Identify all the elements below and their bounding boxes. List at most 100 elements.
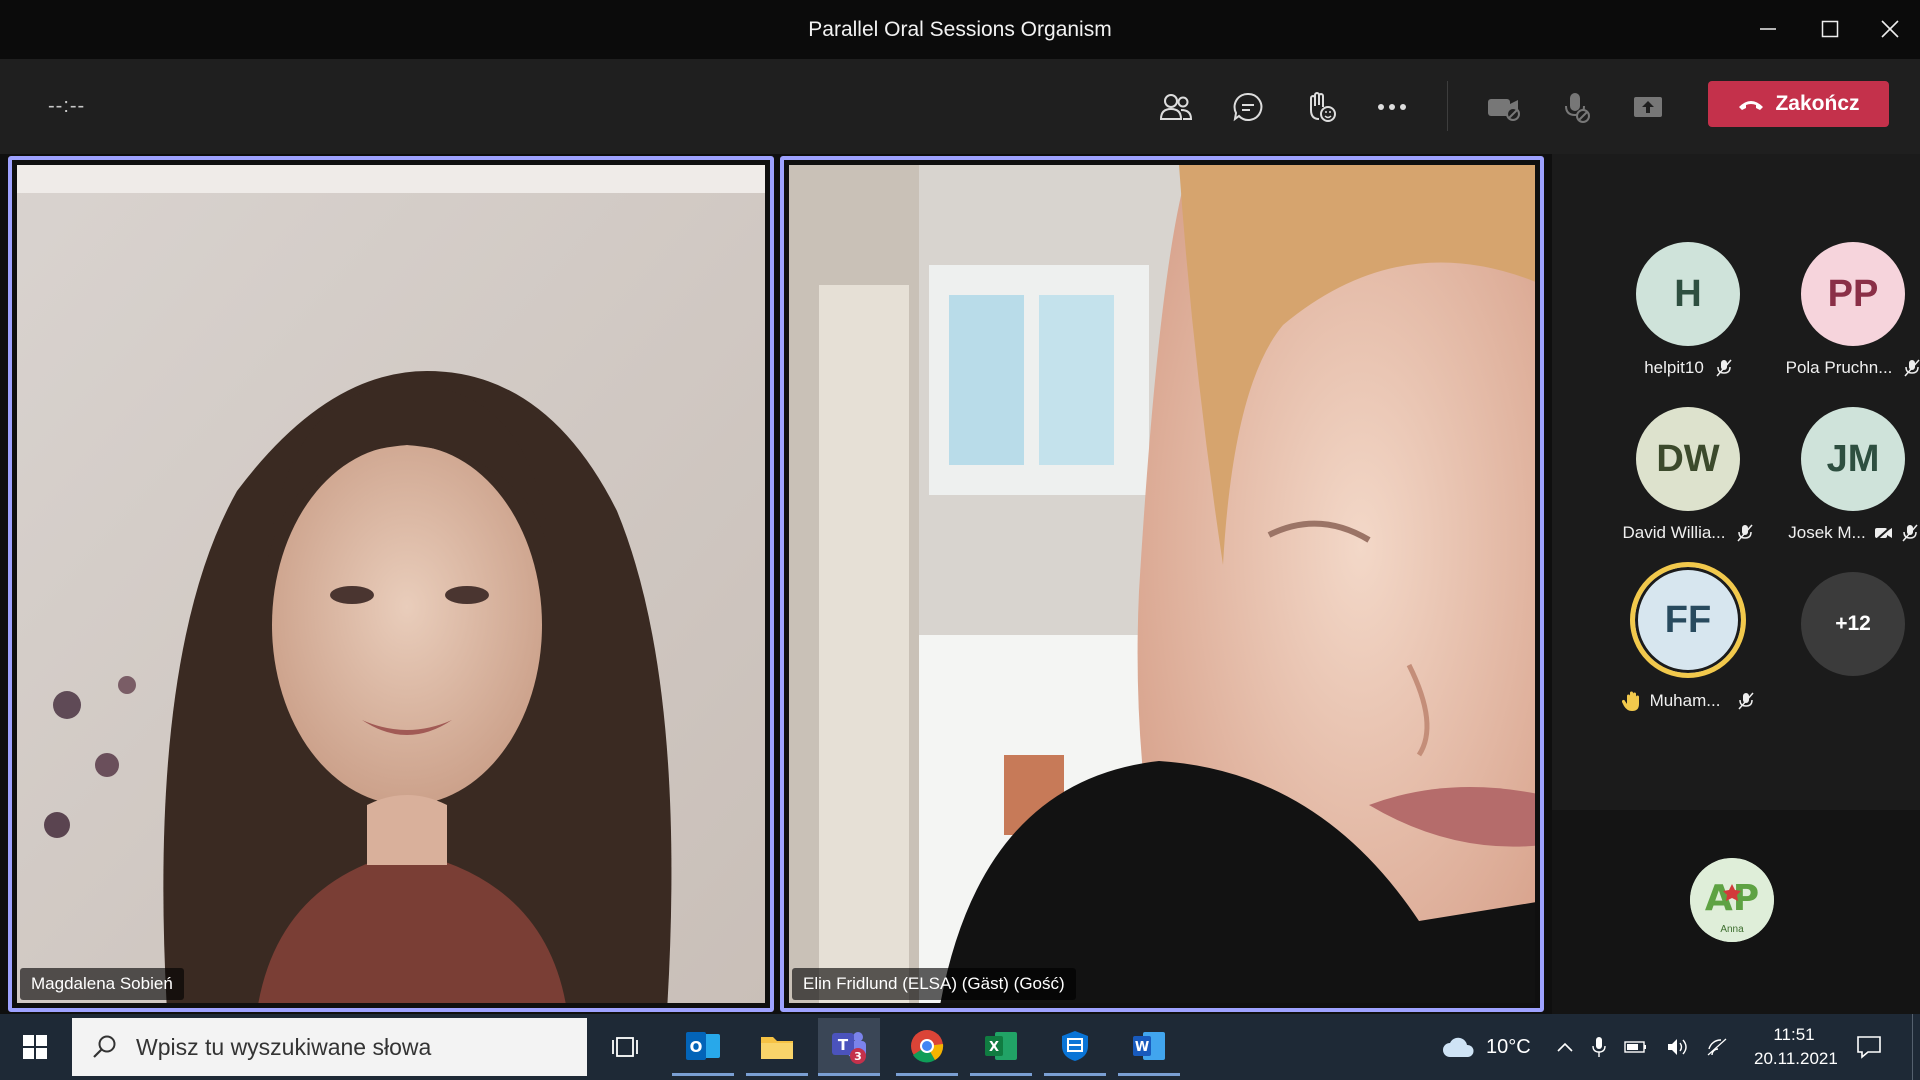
participant-name-tag: Elin Fridlund (ELSA) (Gäst) (Gość) [792, 968, 1076, 1000]
maximize-button[interactable] [1810, 12, 1850, 46]
battery-icon[interactable] [1624, 1040, 1648, 1054]
word-app[interactable]: W [1118, 1018, 1180, 1076]
hang-up-icon [1739, 101, 1764, 110]
windows-logo-icon [23, 1035, 47, 1059]
microphone-muted-icon [1738, 692, 1754, 710]
task-view-button[interactable] [594, 1018, 656, 1076]
participants-gallery: H helpit10 PP Pola Pruchn... DW David Wi… [1552, 154, 1920, 1014]
share-screen-button[interactable] [1622, 81, 1674, 133]
weather-widget[interactable]: 10°C [1442, 1014, 1531, 1080]
more-icon [1378, 104, 1406, 110]
clock-date: 20.11.2021 [1754, 1049, 1838, 1068]
windows-taskbar: Wpisz tu wyszukiwane słowa O T 3 X W 10°… [0, 1014, 1920, 1080]
meeting-timer: --:-- [48, 95, 86, 117]
weather-temperature: 10°C [1486, 1035, 1531, 1058]
svg-text:O: O [690, 1038, 703, 1056]
avatar: PP [1801, 242, 1905, 346]
microphone-muted-icon [1716, 359, 1732, 377]
more-participants-button[interactable]: +12 [1773, 572, 1920, 676]
microphone-muted-icon [1902, 524, 1918, 542]
excel-icon: X [985, 1031, 1017, 1060]
shield-icon [1062, 1030, 1088, 1061]
security-app[interactable] [1044, 1018, 1106, 1076]
video-tile-1[interactable]: Magdalena Sobień [8, 156, 774, 1012]
show-desktop-button[interactable] [1912, 1014, 1920, 1080]
chevron-up-icon[interactable] [1556, 1041, 1574, 1053]
end-call-button[interactable]: Zakończ [1708, 81, 1889, 127]
participant-video [17, 165, 765, 1003]
reactions-button[interactable] [1294, 81, 1346, 133]
end-call-label: Zakończ [1775, 92, 1860, 115]
file-explorer-app[interactable] [746, 1018, 808, 1076]
chat-button[interactable] [1222, 81, 1274, 133]
meeting-control-bar: --:-- Zakończ [0, 59, 1920, 154]
chrome-app[interactable] [896, 1018, 958, 1076]
system-tray [1556, 1014, 1728, 1080]
participant-name-tag: Magdalena Sobień [20, 968, 184, 1000]
chrome-icon [911, 1029, 944, 1062]
microphone-off-icon [1565, 93, 1590, 123]
svg-text:X: X [989, 1040, 999, 1055]
network-icon[interactable] [1706, 1037, 1728, 1057]
close-window-button[interactable] [1870, 12, 1910, 46]
self-view-panel: AP Anna [1552, 810, 1920, 1014]
camera-off-icon [1874, 525, 1893, 541]
notification-icon [1857, 1036, 1881, 1059]
search-icon [93, 1035, 116, 1058]
window-title: Parallel Oral Sessions Organism [808, 18, 1112, 41]
participant-pola[interactable]: PP Pola Pruchn... [1773, 242, 1920, 378]
avatar: DW [1636, 407, 1740, 511]
overflow-count: +12 [1801, 572, 1905, 676]
folder-icon [761, 1036, 793, 1059]
participant-name: David Willia... [1622, 523, 1726, 542]
outlook-app[interactable]: O [672, 1018, 734, 1076]
participant-name: Muham... [1649, 691, 1721, 710]
camera-off-icon [1488, 99, 1520, 121]
self-avatar[interactable]: AP Anna [1690, 858, 1774, 942]
avatar: FF [1630, 562, 1746, 678]
outlook-icon: O [686, 1031, 720, 1060]
microphone-muted-icon [1737, 524, 1754, 542]
participant-helpit10[interactable]: H helpit10 [1608, 242, 1768, 378]
participant-video [789, 165, 1535, 1003]
raised-hand-icon [1621, 691, 1639, 711]
video-tile-2[interactable]: Elin Fridlund (ELSA) (Gäst) (Gość) [780, 156, 1544, 1012]
camera-toggle-button[interactable] [1478, 81, 1530, 133]
cloud-icon [1443, 1037, 1474, 1057]
participant-name: Pola Pruchn... [1785, 358, 1893, 377]
participant-name: helpit10 [1644, 358, 1704, 377]
task-view-icon [612, 1037, 638, 1057]
people-icon [1159, 94, 1193, 120]
raise-hand-emoji-icon [1310, 92, 1336, 122]
search-placeholder: Wpisz tu wyszukiwane słowa [136, 1033, 432, 1060]
volume-icon[interactable] [1666, 1037, 1688, 1057]
participant-david[interactable]: DW David Willia... [1608, 407, 1768, 543]
avatar: JM [1801, 407, 1905, 511]
window-titlebar: Parallel Oral Sessions Organism [0, 0, 1920, 59]
self-avatar-label: Anna [1720, 924, 1744, 935]
participant-josek[interactable]: JM Josek M... [1773, 407, 1920, 543]
clock-time: 11:51 [1773, 1025, 1815, 1044]
participant-muham[interactable]: FF Muham... [1608, 562, 1768, 712]
participant-name: Josek M... [1788, 523, 1866, 542]
clock[interactable]: 11:51 20.11.2021 [1754, 1023, 1838, 1071]
microphone-toggle-button[interactable] [1550, 81, 1602, 133]
microphone-muted-icon [1904, 359, 1920, 377]
taskbar-search-box[interactable]: Wpisz tu wyszukiwane słowa [72, 1018, 587, 1076]
participants-button[interactable] [1150, 81, 1202, 133]
word-icon: W [1133, 1031, 1165, 1060]
svg-text:T: T [838, 1036, 849, 1054]
avatar: H [1636, 242, 1740, 346]
toolbar-divider [1447, 81, 1448, 131]
svg-text:W: W [1135, 1040, 1149, 1055]
start-button[interactable] [4, 1018, 66, 1076]
excel-app[interactable]: X [970, 1018, 1032, 1076]
teams-icon: T 3 [832, 1031, 866, 1064]
more-actions-button[interactable] [1366, 81, 1418, 133]
teams-app[interactable]: T 3 [818, 1018, 880, 1076]
notification-center-button[interactable] [1840, 1018, 1898, 1076]
microphone-icon[interactable] [1592, 1036, 1606, 1058]
svg-text:3: 3 [854, 1050, 862, 1063]
share-tray-icon [1634, 97, 1662, 117]
minimize-button[interactable] [1748, 12, 1788, 46]
